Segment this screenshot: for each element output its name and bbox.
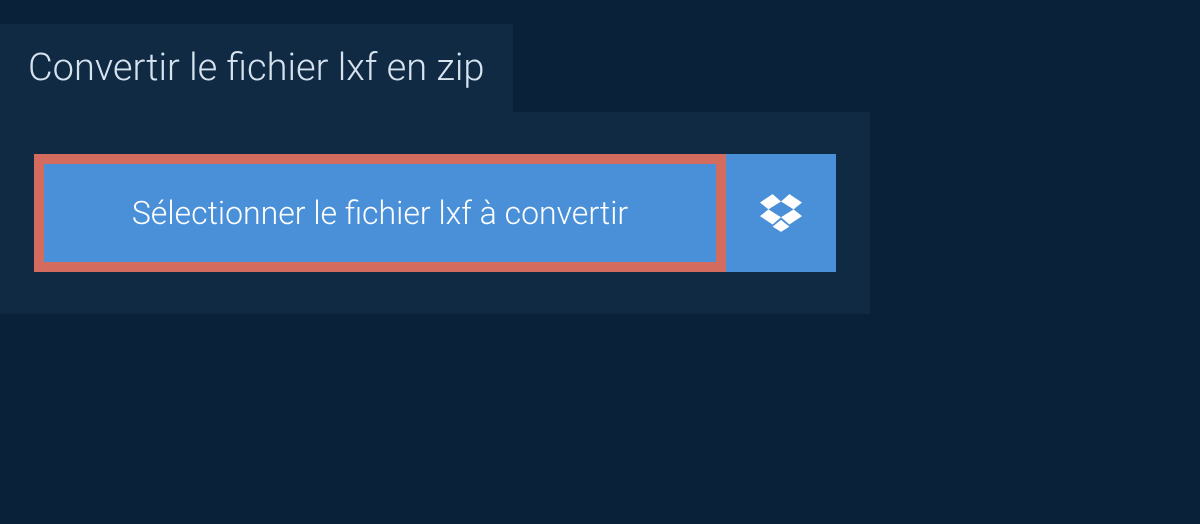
dropbox-icon — [760, 192, 802, 234]
button-row: Sélectionner le fichier lxf à convertir — [34, 154, 836, 272]
upload-panel: Sélectionner le fichier lxf à convertir — [0, 112, 870, 314]
dropbox-button[interactable] — [726, 154, 836, 272]
select-file-button[interactable]: Sélectionner le fichier lxf à convertir — [34, 154, 726, 272]
page-title: Convertir le fichier lxf en zip — [0, 24, 513, 112]
